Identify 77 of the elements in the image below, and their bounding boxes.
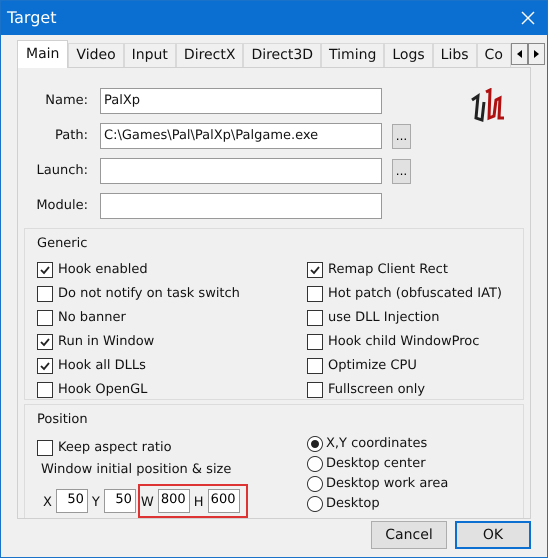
checkbox-label: Do not notify on task switch	[58, 285, 240, 304]
checkbox-label: Optimize CPU	[328, 357, 417, 376]
checkmark-icon	[39, 264, 51, 276]
coord-label: X	[43, 494, 52, 512]
caption: Window initial position & size	[41, 461, 232, 479]
checkbox-label: Fullscreen only	[328, 381, 426, 400]
checkmark-icon	[39, 360, 51, 372]
checkbox[interactable]	[37, 440, 53, 456]
checkbox-label: No banner	[58, 309, 126, 328]
radio-button[interactable]	[307, 456, 323, 472]
checkbox[interactable]	[307, 334, 323, 350]
checkbox-label: Hot patch (obfuscated IAT)	[328, 285, 502, 304]
checkbox[interactable]	[37, 382, 53, 398]
dialog-button[interactable]: OK	[455, 521, 531, 549]
checkbox-label: Hook child WindowProc	[328, 333, 480, 352]
checkbox-label: Hook OpenGL	[58, 381, 148, 400]
tab[interactable]: Logs	[384, 43, 433, 67]
checkbox[interactable]	[307, 286, 323, 302]
checkbox[interactable]	[37, 358, 53, 374]
right-arrow-icon	[534, 50, 539, 58]
field-label: Name:	[44, 92, 88, 110]
tab[interactable]: Input	[124, 43, 176, 67]
checkbox[interactable]	[307, 262, 323, 278]
scroll-left-button[interactable]	[510, 43, 528, 65]
coord-label: Y	[92, 494, 100, 512]
coord-field[interactable]: 50	[56, 488, 88, 512]
scroll-right-button[interactable]	[528, 43, 545, 65]
browse-button[interactable]: ...	[392, 124, 411, 148]
checkbox[interactable]	[307, 310, 323, 326]
radio-label: Desktop work area	[326, 475, 448, 494]
tab[interactable]: Main	[17, 40, 68, 68]
checkbox[interactable]	[37, 310, 53, 326]
checkbox[interactable]	[37, 286, 53, 302]
checkbox-label: Remap Client Rect	[328, 261, 448, 280]
field-label: Launch:	[36, 162, 88, 180]
checkbox[interactable]	[307, 358, 323, 374]
group-title: Generic	[37, 236, 88, 251]
dialog-button[interactable]: Cancel	[371, 521, 447, 549]
tab[interactable]: Timing	[321, 43, 384, 67]
coord-label: H	[194, 494, 204, 512]
checkbox[interactable]	[37, 262, 53, 278]
checkbox-label: Hook enabled	[58, 261, 148, 280]
radio-label: Desktop center	[326, 455, 426, 474]
radio-button[interactable]	[307, 436, 323, 452]
tab[interactable]: Video	[68, 43, 124, 67]
text-field[interactable]	[100, 193, 382, 219]
radio-label: X,Y coordinates	[326, 435, 428, 454]
browse-button[interactable]: ...	[392, 158, 411, 184]
checkmark-icon	[309, 264, 321, 276]
field-label: Module:	[35, 197, 88, 216]
coord-field[interactable]: 600	[208, 488, 240, 512]
radio-button[interactable]	[307, 496, 323, 512]
tab[interactable]: Libs	[432, 43, 477, 67]
checkbox[interactable]	[37, 334, 53, 350]
logo-icon	[470, 88, 506, 124]
checkbox-label: Keep aspect ratio	[58, 439, 172, 458]
tab[interactable]: DirectX	[176, 43, 244, 67]
text-field[interactable]: C:\Games\Pal\PalXp\Palgame.exe	[100, 123, 382, 149]
coord-label: W	[140, 494, 154, 512]
checkbox-label: use DLL Injection	[328, 309, 440, 328]
tab[interactable]: Co	[476, 43, 511, 67]
checkmark-icon	[39, 336, 51, 348]
left-arrow-icon	[516, 50, 522, 58]
checkbox-label: Hook all DLLs	[58, 357, 146, 376]
radio-label: Desktop	[326, 495, 380, 514]
text-field[interactable]	[100, 158, 382, 184]
window-title: Target	[7, 7, 56, 29]
coord-field[interactable]: 800	[158, 488, 190, 512]
close-icon[interactable]	[521, 11, 535, 25]
checkbox-label: Run in Window	[58, 333, 154, 352]
coord-field[interactable]: 50	[104, 488, 136, 512]
tab[interactable]: Direct3D	[243, 43, 322, 67]
text-field[interactable]: PalXp	[100, 88, 382, 114]
checkbox[interactable]	[307, 382, 323, 398]
radio-button[interactable]	[307, 476, 323, 492]
field-label: Path:	[54, 127, 88, 146]
group-title: Position	[37, 412, 88, 427]
